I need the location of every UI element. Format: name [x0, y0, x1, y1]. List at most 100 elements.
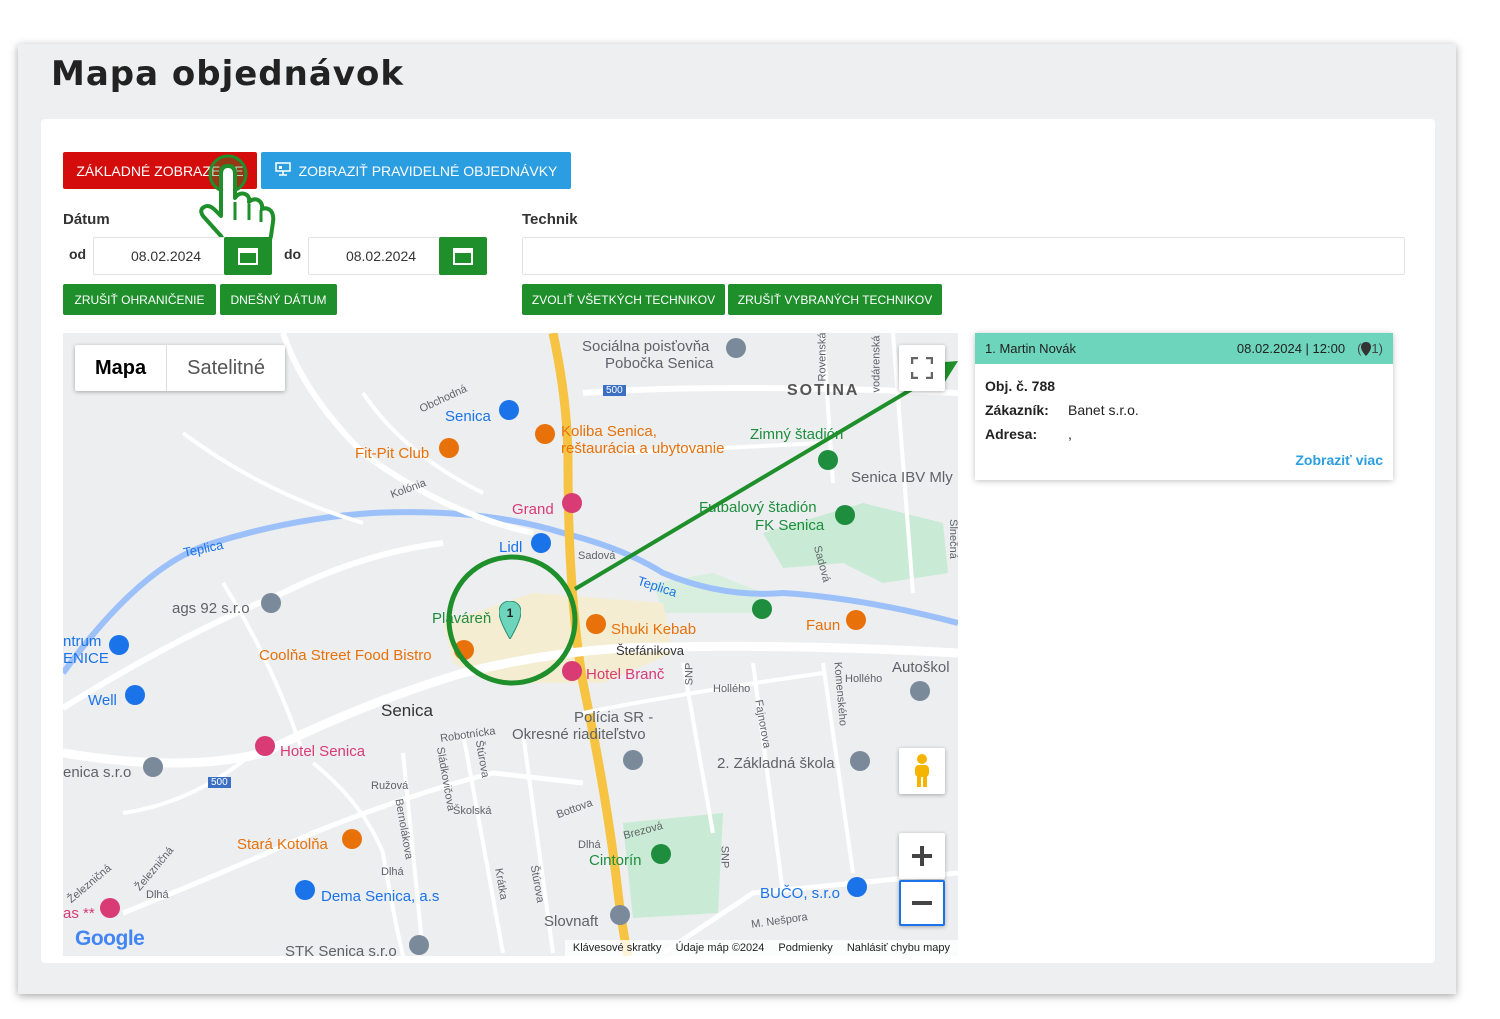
regular-orders-button[interactable]: ZOBRAZIŤ PRAVIDELNÉ OBJEDNÁVKY — [261, 152, 571, 189]
map-label: Coolňa Street Food Bistro — [259, 647, 432, 664]
regular-orders-label: ZOBRAZIŤ PRAVIDELNÉ OBJEDNÁVKY — [298, 162, 558, 179]
street-label: Slnečná — [946, 519, 958, 559]
map-label: Senica — [381, 701, 433, 720]
report-error-link[interactable]: Nahlásiť chybu mapy — [847, 942, 950, 954]
map-label: Okresné riaditeľstvo — [512, 726, 646, 743]
map-label: Hotel Branč — [586, 666, 665, 683]
date-to-label: do — [284, 246, 302, 262]
fullscreen-icon — [911, 357, 933, 379]
map-type-map[interactable]: Mapa — [75, 345, 168, 391]
address-label: Adresa: — [985, 426, 1038, 442]
marker-icon — [1361, 341, 1372, 356]
map-label: Sociálna poisťovňa — [582, 338, 710, 355]
map-label: BUČO, s.r.o — [760, 885, 841, 902]
calendar-icon — [238, 248, 258, 265]
map-label: Grand — [512, 501, 554, 518]
map-label: as ** — [63, 905, 95, 922]
map-label: 2. Základná škola — [717, 755, 835, 772]
road-sign: 500 — [603, 385, 626, 396]
street-view-button[interactable] — [899, 748, 945, 794]
map-label: Shuki Kebab — [611, 621, 697, 638]
terms-link[interactable]: Podmienky — [778, 942, 832, 954]
map-label: Štefánikova — [616, 643, 684, 658]
date-to-calendar-button[interactable] — [439, 237, 487, 275]
map-label: Senica — [445, 408, 491, 425]
address-value: , — [1068, 426, 1072, 442]
show-more-link[interactable]: Zobraziť viac — [1295, 452, 1383, 468]
map-label: reštaurácia a ubytovanie — [561, 440, 725, 457]
map-label: ENICE — [63, 650, 109, 667]
map-label: Lidl — [499, 539, 523, 556]
cluster-count: 1 — [506, 606, 514, 620]
zoom-out-button[interactable] — [899, 880, 945, 926]
zoom-in-button[interactable] — [899, 833, 945, 879]
calendar-icon — [453, 248, 473, 265]
street-label: Ružová — [371, 780, 409, 792]
date-to-input[interactable]: 08.02.2024 — [308, 237, 454, 275]
order-cluster-marker[interactable]: 1 — [499, 601, 521, 639]
order-count: 1 — [1371, 341, 1379, 356]
map-label: Hotel Senica — [280, 743, 366, 760]
date-from-input[interactable]: 08.02.2024 — [93, 237, 239, 275]
customer-value: Banet s.r.o. — [1068, 402, 1139, 418]
order-count-badge: ( 1 ) — [1357, 341, 1383, 356]
map-label: Faun — [806, 617, 841, 634]
street-label: Hollého — [845, 673, 883, 685]
page-title: Mapa objednávok — [51, 54, 404, 94]
date-from-calendar-button[interactable] — [224, 237, 272, 275]
orders-map[interactable]: Sociálna poisťovňa Pobočka Senica SOTINA… — [63, 333, 958, 956]
map-label: Fit-Pit Club — [355, 445, 430, 462]
clear-limit-button[interactable]: ZRUŠIŤ OHRANIČENIE — [63, 284, 216, 315]
pegman-icon — [915, 754, 929, 787]
street-label: SNP — [683, 662, 696, 686]
street-label: Rovenská — [816, 333, 829, 382]
map-label: STK Senica s.r.o — [285, 943, 397, 956]
minus-icon — [912, 901, 932, 905]
map-label: Futbalový štadión — [699, 499, 817, 516]
street-label: Dlhá — [578, 839, 601, 851]
order-number: Obj. č. 788 — [985, 378, 1056, 394]
map-label: Cintorín — [589, 852, 642, 869]
map-type-satellite[interactable]: Satelitné — [167, 345, 285, 391]
map-label: ags 92 s.r.o — [172, 600, 250, 617]
street-label: Dlhá — [146, 889, 169, 901]
street-label: Sadová — [578, 550, 616, 562]
map-label: Slovnaft — [544, 913, 599, 930]
clear-selected-technicians-button[interactable]: ZRUŠIŤ VYBRANÝCH TECHNIKOV — [728, 284, 942, 315]
street-label: vodárenská — [870, 335, 883, 393]
map-label: Autoškol — [892, 659, 950, 676]
street-label: Školská — [453, 805, 492, 817]
today-button[interactable]: DNEŠNÝ DÁTUM — [220, 284, 337, 315]
map-label: ntrum — [63, 633, 102, 650]
map-label: Koliba Senica, — [561, 423, 657, 440]
map-label: Dema Senica, a.s — [321, 888, 440, 905]
map-label: Plaváreň — [432, 610, 492, 627]
google-logo: Google — [75, 927, 145, 950]
map-label: FK Senica — [755, 517, 825, 534]
order-info-card: 1. Martin Novák 08.02.2024 | 12:00 ( 1 )… — [975, 333, 1393, 480]
map-label: SOTINA — [787, 382, 860, 399]
map-label: Pobočka Senica — [605, 355, 714, 372]
road-sign: 500 — [208, 777, 231, 788]
map-label: Polícia SR - — [574, 709, 654, 726]
customer-label: Zákazník: — [985, 402, 1049, 418]
map-label: Well — [88, 692, 117, 709]
map-label: Senica IBV Mly — [851, 469, 953, 486]
map-label: enica s.r.o — [63, 764, 132, 781]
keyboard-shortcuts-link[interactable]: Klávesové skratky — [573, 942, 662, 954]
street-label: Dlhá — [381, 866, 404, 878]
technician-select[interactable] — [522, 237, 1405, 275]
order-datetime: 08.02.2024 | 12:00 — [1236, 341, 1346, 356]
map-type-control: Mapa Satelitné — [75, 345, 285, 391]
order-info-header: 1. Martin Novák 08.02.2024 | 12:00 ( 1 ) — [975, 333, 1393, 364]
technician-label: Technik — [522, 211, 578, 228]
select-all-technicians-button[interactable]: ZVOLIŤ VŠETKÝCH TECHNIKOV — [522, 284, 725, 315]
street-label: SNP — [718, 845, 731, 869]
date-from-label: od — [69, 246, 87, 262]
map-data-text: Údaje máp ©2024 — [675, 942, 765, 954]
map-attribution: Klávesové skratky Údaje máp ©2024 Podmie… — [564, 940, 958, 956]
map-label: Stará Kotolňa — [237, 836, 328, 853]
fullscreen-button[interactable] — [899, 345, 945, 391]
technician-name: 1. Martin Novák — [985, 341, 1077, 356]
date-label: Dátum — [63, 211, 110, 228]
